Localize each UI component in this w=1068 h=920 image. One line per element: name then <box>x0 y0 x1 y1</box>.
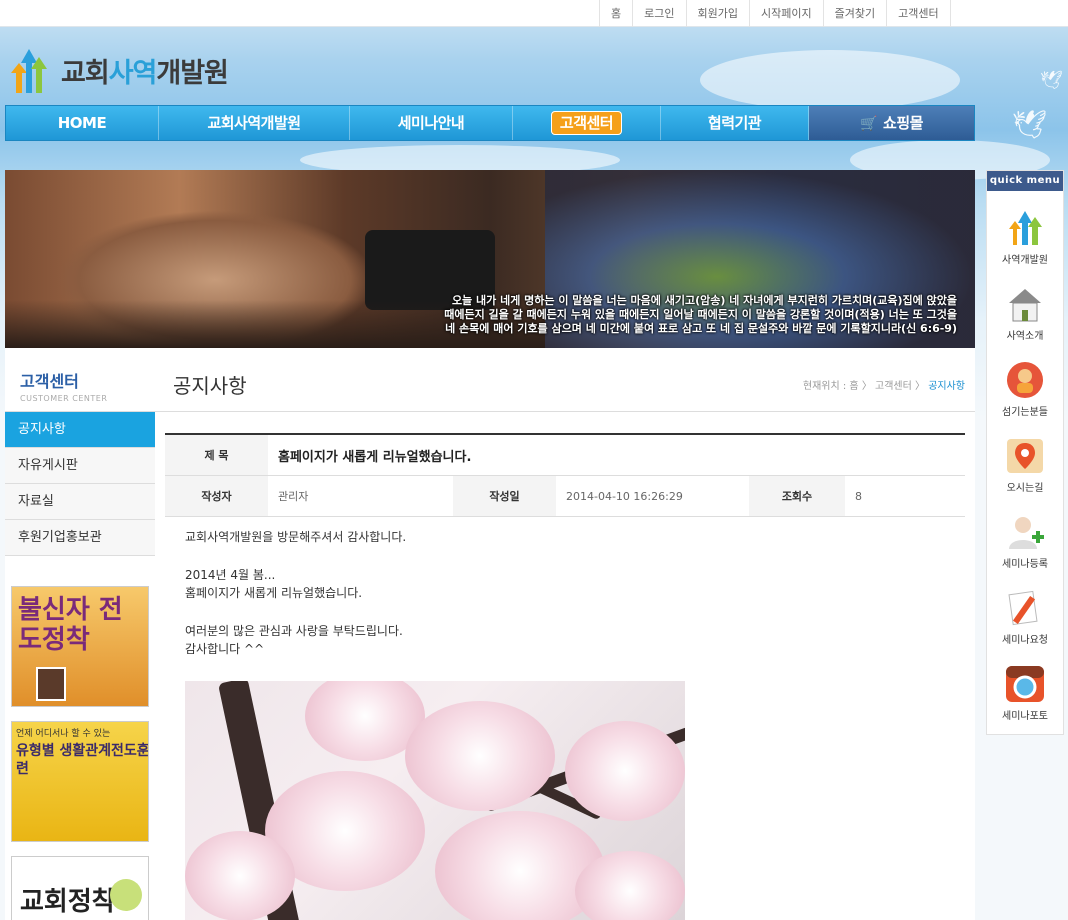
body-line: 교회사역개발원을 방문해주셔서 감사합니다. <box>185 530 407 544</box>
nav-item-home[interactable]: HOME <box>6 106 159 140</box>
sidebar-item-free-board[interactable]: 자유게시판 <box>5 448 155 484</box>
nav-item-seminar[interactable]: 세미나안내 <box>350 106 513 140</box>
nav-item-partners[interactable]: 협력기관 <box>661 106 809 140</box>
page-title: 공지사항 <box>173 374 247 398</box>
ad-banner-relationship-training[interactable]: 언제 어디서나 할 수 있는 유형별 생활관계전도훈련 <box>11 721 149 842</box>
sidebar-item-notice[interactable]: 공지사항 <box>5 412 155 448</box>
quick-item-seminar-register[interactable]: 세미나등록 <box>987 495 1063 571</box>
logo-text: 교회사역개발원 <box>61 57 229 89</box>
house-icon <box>1005 285 1045 323</box>
post-body: 교회사역개발원을 방문해주셔서 감사합니다. 2014년 4월 봄... 홈페이… <box>185 528 406 658</box>
pencil-paper-icon <box>1005 589 1045 627</box>
breadcrumb: 현재위치 : 홈 〉 고객센터 〉 공지사항 <box>802 381 965 392</box>
sidebar-item-archive[interactable]: 자료실 <box>5 484 155 520</box>
quick-menu: quick menu 사역개발원 사역소개 섬기는분들 오시는길 세미나등록 세… <box>986 170 1064 735</box>
arrows-up-icon <box>1005 209 1045 247</box>
post-author: 관리자 <box>278 490 309 503</box>
sidebar-title: 고객센터 CUSTOMER CENTER <box>5 348 155 412</box>
cart-icon: 🛒 <box>860 116 878 132</box>
quick-item-institute[interactable]: 사역개발원 <box>987 191 1063 267</box>
cherry-blossom-photo <box>185 681 685 920</box>
body-line: 감사합니다 ^^ <box>185 642 265 656</box>
left-sidebar: 고객센터 CUSTOMER CENTER 공지사항 자유게시판 자료실 후원기업… <box>5 348 155 920</box>
top-link-startpage[interactable]: 시작페이지 <box>748 0 823 27</box>
post-meta-row: 작성자 관리자 작성일 2014-04-10 16:26:29 조회수 8 <box>165 476 965 517</box>
content-header: 공지사항 현재위치 : 홈 〉 고객센터 〉 공지사항 <box>155 348 975 412</box>
main-content: 공지사항 현재위치 : 홈 〉 고객센터 〉 공지사항 제 목 홈페이지가 새롭… <box>155 348 975 920</box>
breadcrumb-current: 공지사항 <box>928 381 965 392</box>
views-label: 조회수 <box>749 476 845 516</box>
post-views: 8 <box>855 489 862 503</box>
map-pin-icon <box>1005 437 1045 475</box>
sidebar-item-sponsors[interactable]: 후원기업홍보관 <box>5 520 155 556</box>
site-logo[interactable]: 교회사역개발원 <box>5 44 229 96</box>
ad-banner-church-settlement[interactable]: 교회정착 <box>11 856 149 920</box>
nav-item-shop[interactable]: 🛒 쇼핑몰 <box>809 106 974 140</box>
logo-arrows-icon <box>5 45 53 95</box>
post-date: 2014-04-10 16:26:29 <box>566 489 683 503</box>
quick-menu-header: quick menu <box>987 171 1063 191</box>
top-utility-bar: 홈 로그인 회원가입 시작페이지 즐겨찾기 고객센터 <box>0 0 1068 27</box>
top-link-home[interactable]: 홈 <box>599 0 632 27</box>
quick-item-staff[interactable]: 섬기는분들 <box>987 343 1063 419</box>
breadcrumb-section[interactable]: 고객센터 <box>875 381 912 392</box>
nav-item-customer-center[interactable]: 고객센터 <box>513 106 661 140</box>
subject-label: 제 목 <box>165 435 268 475</box>
quick-item-directions[interactable]: 오시는길 <box>987 419 1063 495</box>
bird-icon: 🕊 <box>1040 70 1063 91</box>
top-link-bookmark[interactable]: 즐겨찾기 <box>822 0 886 27</box>
body-line: 여러분의 많은 관심과 사랑을 부탁드립니다. <box>185 624 403 638</box>
camera-icon <box>1005 665 1045 703</box>
top-link-join[interactable]: 회원가입 <box>685 0 749 27</box>
post-info-table: 제 목 홈페이지가 새롭게 리뉴얼했습니다. 작성자 관리자 작성일 2014-… <box>165 433 965 517</box>
bird-icon: 🕊 <box>1012 108 1048 141</box>
quick-item-intro[interactable]: 사역소개 <box>987 267 1063 343</box>
main-navigation: HOME 교회사역개발원 세미나안내 고객센터 협력기관 🛒 쇼핑몰 <box>5 105 975 141</box>
nav-item-about[interactable]: 교회사역개발원 <box>159 106 350 140</box>
author-label: 작성자 <box>165 476 268 516</box>
sidebar-menu: 공지사항 자유게시판 자료실 후원기업홍보관 <box>5 412 155 556</box>
quick-item-seminar-request[interactable]: 세미나요청 <box>987 571 1063 647</box>
cloud-decoration <box>700 50 960 110</box>
breadcrumb-home[interactable]: 홈 <box>849 381 858 392</box>
post-subject: 홈페이지가 새롭게 리뉴얼했습니다. <box>278 449 472 465</box>
quick-item-seminar-photo[interactable]: 세미나포토 <box>987 647 1063 723</box>
speaker-photo <box>36 667 66 701</box>
person-circle-icon <box>1005 361 1045 399</box>
post-subject-row: 제 목 홈페이지가 새롭게 리뉴얼했습니다. <box>165 435 965 476</box>
body-line: 홈페이지가 새롭게 리뉴얼했습니다. <box>185 586 363 600</box>
body-line: 2014년 4월 봄... <box>185 568 276 582</box>
top-links: 홈 로그인 회원가입 시작페이지 즐겨찾기 고객센터 <box>599 0 951 27</box>
banner-bible-verse: 오늘 내가 네게 명하는 이 말씀을 너는 마음에 새기고(암송) 네 자녀에게… <box>444 294 957 335</box>
date-label: 작성일 <box>453 476 556 516</box>
add-user-icon <box>1005 513 1045 551</box>
ad-banner-evangelism[interactable]: 불신자 전도정착 <box>11 586 149 707</box>
main-banner-image: 오늘 내가 네게 명하는 이 말씀을 너는 마음에 새기고(암송) 네 자녀에게… <box>5 170 975 348</box>
badge-circle-icon <box>110 879 142 911</box>
top-link-customer-center[interactable]: 고객센터 <box>886 0 951 27</box>
top-link-login[interactable]: 로그인 <box>632 0 685 27</box>
